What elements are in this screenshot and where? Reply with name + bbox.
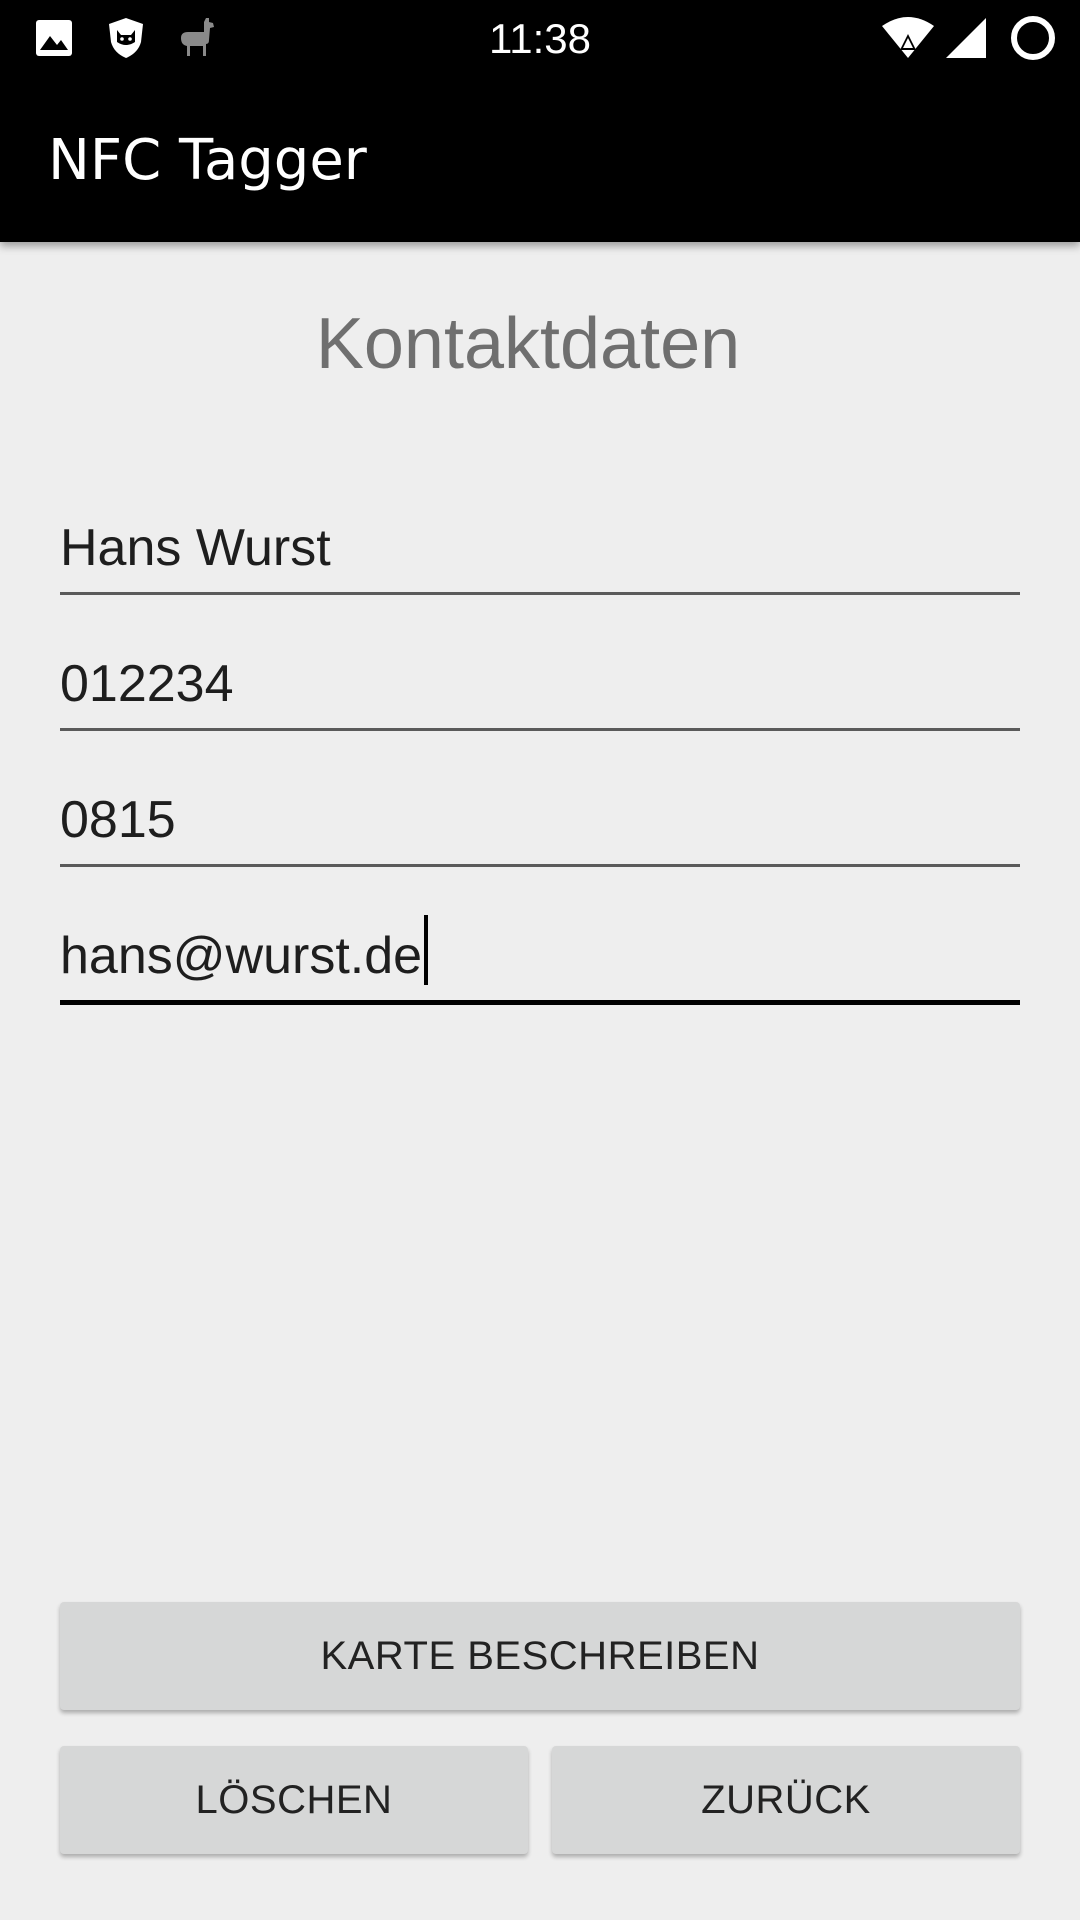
app-title: NFC Tagger — [48, 128, 367, 193]
name-field-value: Hans Wurst — [60, 519, 331, 577]
battery-icon — [1010, 16, 1056, 60]
text-cursor — [424, 915, 429, 985]
app-bar: NFC Tagger — [0, 78, 1080, 242]
page-title: Kontaktdaten — [315, 304, 741, 384]
delete-button[interactable]: LÖSCHEN — [60, 1746, 528, 1854]
status-bar: 11:38 — [0, 0, 1080, 78]
name-field[interactable]: Hans Wurst — [60, 515, 1020, 595]
email-field-value: hans@wurst.de — [60, 927, 423, 985]
write-card-button[interactable]: KARTE BESCHREIBEN — [60, 1602, 1020, 1710]
email-field[interactable]: hans@wurst.de — [60, 915, 1020, 1005]
email-field-wrap: hans@wurst.de — [60, 915, 429, 986]
back-button[interactable]: ZURÜCK — [552, 1746, 1020, 1854]
mobile-field-value: 0815 — [60, 791, 176, 849]
phone-field-value: 012234 — [60, 655, 234, 713]
signal-icon — [944, 16, 988, 60]
phone-field[interactable]: 012234 — [60, 651, 1020, 731]
wifi-icon — [880, 16, 936, 60]
mobile-field[interactable]: 0815 — [60, 787, 1020, 867]
